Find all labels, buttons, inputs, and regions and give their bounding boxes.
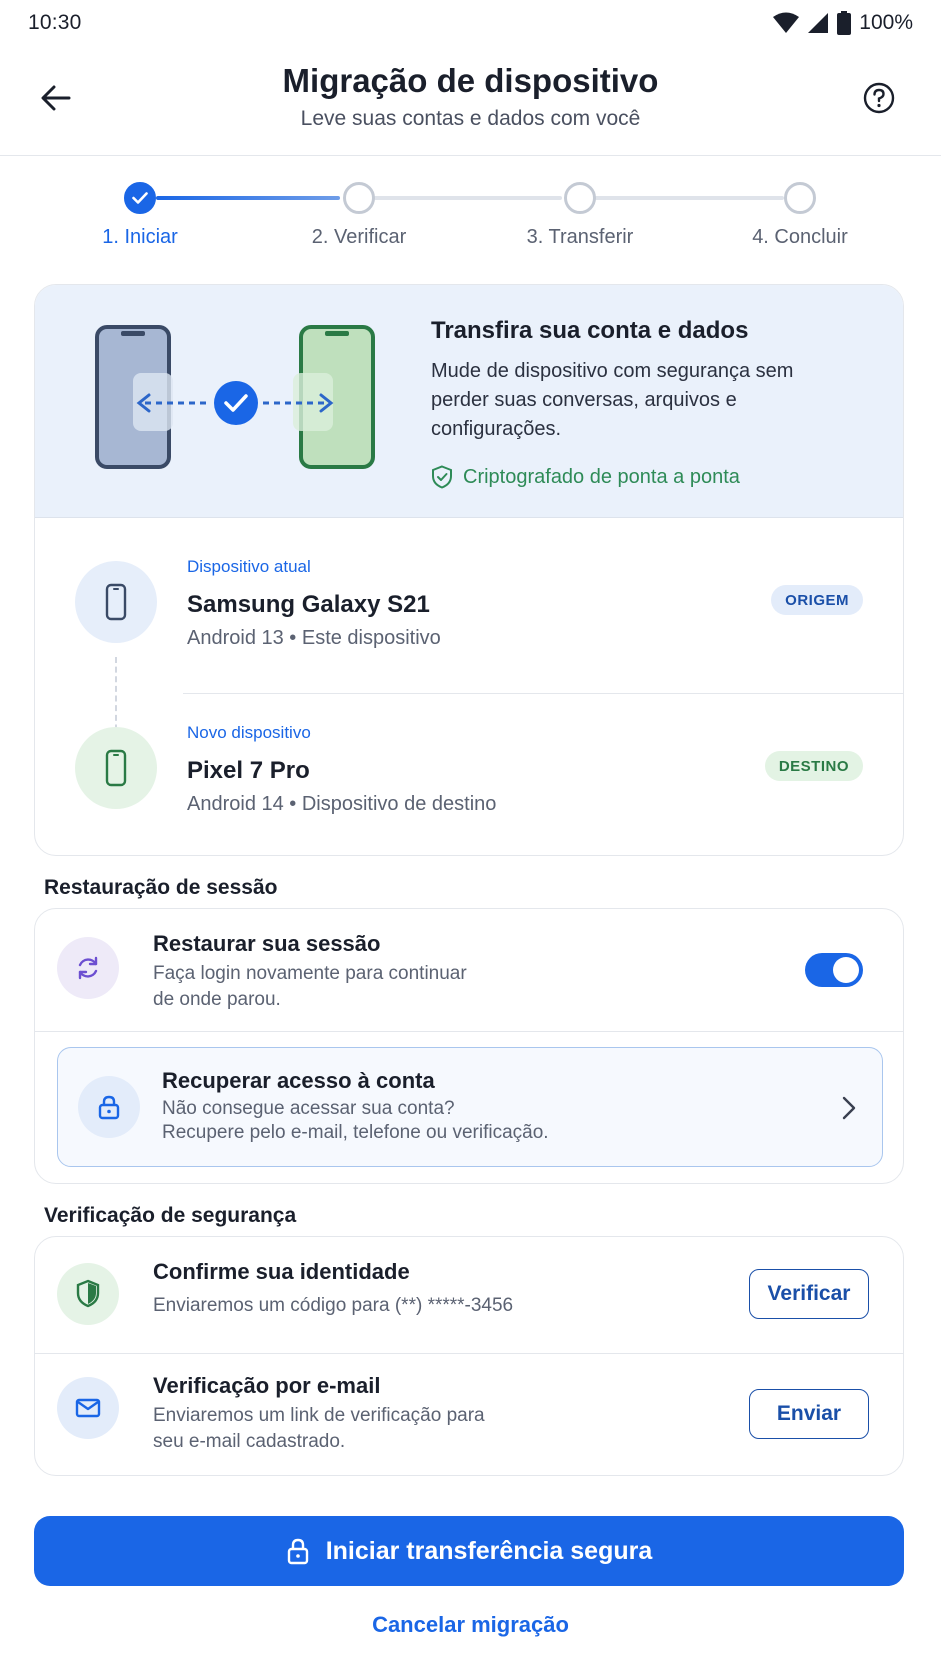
step-2-label: 2. Verificar: [311, 226, 407, 248]
session-section-title: Restauração de sessão: [44, 876, 278, 899]
step-connector: [594, 196, 784, 200]
email-desc-line-1: Enviaremos um link de verificação para: [153, 1405, 485, 1426]
security-divider: [35, 1353, 903, 1354]
refresh-icon: [78, 956, 98, 980]
battery-level: 100%: [859, 11, 913, 34]
recover-desc-line-2: Recupere pelo e-mail, telefone ou verifi…: [162, 1122, 549, 1143]
hero-title: Transfira sua conta e dados: [431, 317, 749, 344]
target-device-kicker: Novo dispositivo: [187, 723, 311, 742]
identity-title: Confirme sua identidade: [153, 1259, 410, 1284]
cancel-migration-link[interactable]: Cancelar migração: [0, 1612, 941, 1638]
check-icon: [132, 192, 148, 204]
session-card: Restaurar sua sessão Faça login novament…: [34, 908, 904, 1184]
mail-icon: [75, 1398, 101, 1418]
smartphone-icon: [105, 583, 127, 621]
restore-icon-wrap: [57, 937, 119, 999]
hero-description: Mude de dispositivo com segurança sem pe…: [431, 360, 794, 440]
smartphone-icon: [105, 749, 127, 787]
status-time: 10:30: [28, 11, 82, 34]
page-subtitle: Leve suas contas e dados com você: [300, 107, 641, 130]
lock-icon: [98, 1095, 120, 1120]
restore-desc-line-1: Faça login novamente para continuar: [153, 963, 467, 984]
shield-check-icon: [432, 465, 452, 489]
transfer-hero: Transfira sua conta e dados Mude de disp…: [35, 285, 903, 518]
recover-title: Recuperar acesso à conta: [162, 1068, 435, 1093]
security-section-title: Verificação de segurança: [44, 1204, 297, 1227]
source-device-icon: [75, 561, 157, 643]
recover-access-card[interactable]: Recuperar acesso à conta Não consegue ac…: [57, 1047, 883, 1167]
target-device-meta: Android 14 • Dispositivo de destino: [187, 793, 497, 815]
source-device-kicker: Dispositivo atual: [187, 557, 311, 576]
send-email-button[interactable]: Enviar: [749, 1389, 869, 1439]
chevron-right-icon: [842, 1096, 856, 1120]
wifi-icon: [773, 12, 800, 33]
source-device-row: Dispositivo atual Samsung Galaxy S21 And…: [35, 519, 903, 685]
source-device-meta: Android 13 • Este dispositivo: [187, 627, 441, 649]
battery-icon: [837, 11, 852, 35]
start-secure-transfer-label: Iniciar transferência segura: [325, 1536, 653, 1565]
status-bar: 10:30 100%: [0, 0, 941, 46]
progress-stepper: 1. Iniciar 2. Verificar 3. Transferir 4.…: [0, 178, 941, 258]
step-connector: [156, 196, 340, 200]
step-connector: [372, 196, 562, 200]
page-title: Migração de dispositivo: [282, 62, 659, 99]
verify-identity-button[interactable]: Verificar: [749, 1269, 869, 1319]
source-device-name: Samsung Galaxy S21: [187, 591, 430, 618]
transfer-card: Transfira sua conta e dados Mude de disp…: [34, 284, 904, 856]
source-badge: ORIGEM: [771, 585, 863, 615]
step-1-indicator: [124, 182, 156, 214]
signal-icon: [808, 13, 829, 33]
target-device-row: Novo dispositivo Pixel 7 Pro Android 14 …: [35, 685, 903, 851]
restore-session-toggle[interactable]: [805, 953, 863, 987]
app-header: Migração de dispositivo Leve suas contas…: [0, 52, 941, 156]
target-device-icon: [75, 727, 157, 809]
step-3-indicator: [564, 182, 596, 214]
security-card: Confirme sua identidade Enviaremos um có…: [34, 1236, 904, 1476]
email-desc-line-2: seu e-mail cadastrado.: [153, 1431, 346, 1452]
identity-desc: Enviaremos um código para (**) *****-345…: [153, 1295, 514, 1316]
restore-title: Restaurar sua sessão: [153, 931, 381, 956]
step-4-indicator: [784, 182, 816, 214]
device-transfer-illustration: [95, 325, 375, 469]
encryption-note: Criptografado de ponta a ponta: [431, 465, 740, 489]
help-button[interactable]: [857, 76, 901, 120]
session-divider: [35, 1031, 903, 1032]
email-title: Verificação por e-mail: [153, 1373, 381, 1398]
target-badge: DESTINO: [764, 751, 863, 781]
help-circle-icon: [863, 82, 895, 114]
recover-desc-line-1: Não consegue acessar sua conta?: [162, 1098, 455, 1119]
start-secure-transfer-button[interactable]: Iniciar transferência segura: [34, 1516, 904, 1586]
target-device-name: Pixel 7 Pro: [187, 757, 310, 784]
identity-icon-wrap: [57, 1263, 119, 1325]
encryption-text: Criptografado de ponta a ponta: [463, 465, 740, 488]
restore-desc-line-2: de onde parou.: [153, 989, 281, 1010]
shield-icon: [76, 1279, 100, 1308]
recover-icon-wrap: [78, 1076, 140, 1138]
step-4-label: 4. Concluir: [752, 226, 848, 248]
email-icon-wrap: [57, 1377, 119, 1439]
status-icons: 100%: [773, 11, 913, 35]
toggle-knob: [833, 957, 859, 983]
step-3-label: 3. Transferir: [526, 226, 634, 248]
step-2-indicator: [343, 182, 375, 214]
lock-icon: [287, 1538, 308, 1565]
step-1-label: 1. Iniciar: [102, 226, 178, 248]
